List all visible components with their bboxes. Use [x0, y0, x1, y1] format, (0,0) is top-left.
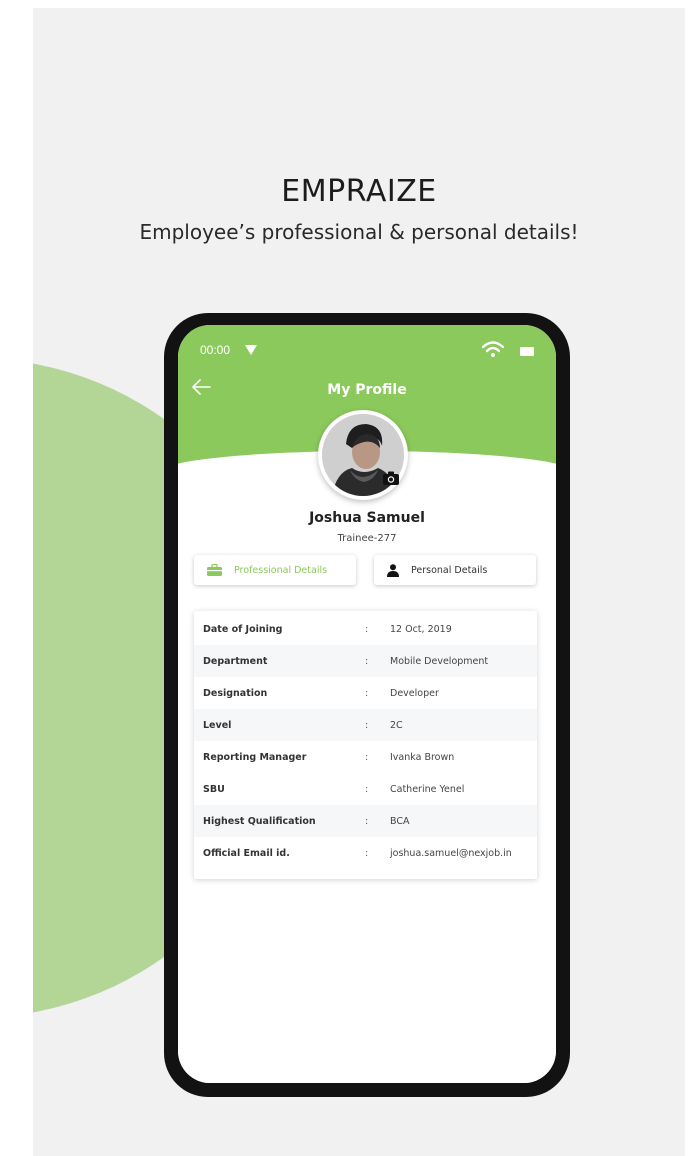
detail-value: Mobile Development — [390, 656, 489, 667]
detail-label: Department — [203, 656, 268, 667]
tab-label-personal: Personal Details — [411, 564, 488, 576]
detail-row: Official Email id. : joshua.samuel@nexjo… — [194, 837, 537, 869]
detail-value: 12 Oct, 2019 — [390, 624, 452, 635]
detail-separator: : — [365, 688, 369, 699]
promo-canvas: EMPRAIZE Employee’s professional & perso… — [33, 8, 685, 1156]
briefcase-icon — [207, 564, 222, 576]
tab-professional-details[interactable]: Professional Details — [194, 555, 356, 585]
detail-row: Department : Mobile Development — [194, 645, 537, 677]
detail-value: BCA — [390, 816, 410, 827]
status-time: 00:00 — [200, 343, 231, 357]
detail-row: Designation : Developer — [194, 677, 537, 709]
detail-separator: : — [365, 624, 369, 635]
detail-separator: : — [365, 848, 369, 859]
wifi-icon — [482, 341, 504, 357]
detail-label: Level — [203, 720, 232, 731]
detail-separator: : — [365, 784, 369, 795]
detail-row: SBU : Catherine Yenel — [194, 773, 537, 805]
detail-label: Designation — [203, 688, 268, 699]
employee-name: Joshua Samuel — [309, 510, 425, 526]
employee-id: Trainee-277 — [337, 533, 397, 544]
detail-value: Catherine Yenel — [390, 784, 465, 795]
battery-icon — [520, 347, 534, 356]
person-icon — [387, 563, 399, 577]
detail-row: Reporting Manager : Ivanka Brown — [194, 741, 537, 773]
detail-value: Developer — [390, 688, 439, 699]
promo-title: EMPRAIZE — [281, 174, 437, 209]
page-title: My Profile — [327, 382, 407, 398]
detail-label: Highest Qualification — [203, 816, 316, 827]
details-card: Date of Joining : 12 Oct, 2019 Departmen… — [194, 611, 537, 879]
detail-row: Highest Qualification : BCA — [194, 805, 537, 837]
avatar[interactable] — [318, 410, 408, 500]
detail-separator: : — [365, 720, 369, 731]
detail-value[interactable]: joshua.samuel@nexjob.in — [390, 848, 512, 859]
detail-label: Official Email id. — [203, 848, 290, 859]
tab-label-professional: Professional Details — [234, 564, 328, 576]
detail-value: Ivanka Brown — [390, 752, 455, 763]
detail-separator: : — [365, 656, 369, 667]
detail-label: Reporting Manager — [203, 752, 307, 763]
detail-separator: : — [365, 752, 369, 763]
tab-personal-details[interactable]: Personal Details — [374, 555, 536, 585]
camera-icon[interactable] — [383, 471, 399, 485]
detail-label: Date of Joining — [203, 624, 283, 635]
promo-subtitle: Employee’s professional & personal detai… — [139, 220, 579, 244]
detail-row: Date of Joining : 12 Oct, 2019 — [194, 613, 537, 645]
phone-frame: 00:00 My Profile Joshua Samuel Trainee-2… — [164, 313, 570, 1097]
detail-label: SBU — [203, 784, 225, 795]
detail-value: 2C — [390, 720, 403, 731]
phone-screen: 00:00 My Profile Joshua Samuel Trainee-2… — [178, 325, 556, 1083]
detail-row: Level : 2C — [194, 709, 537, 741]
detail-separator: : — [365, 816, 369, 827]
signal-icon — [245, 345, 257, 355]
